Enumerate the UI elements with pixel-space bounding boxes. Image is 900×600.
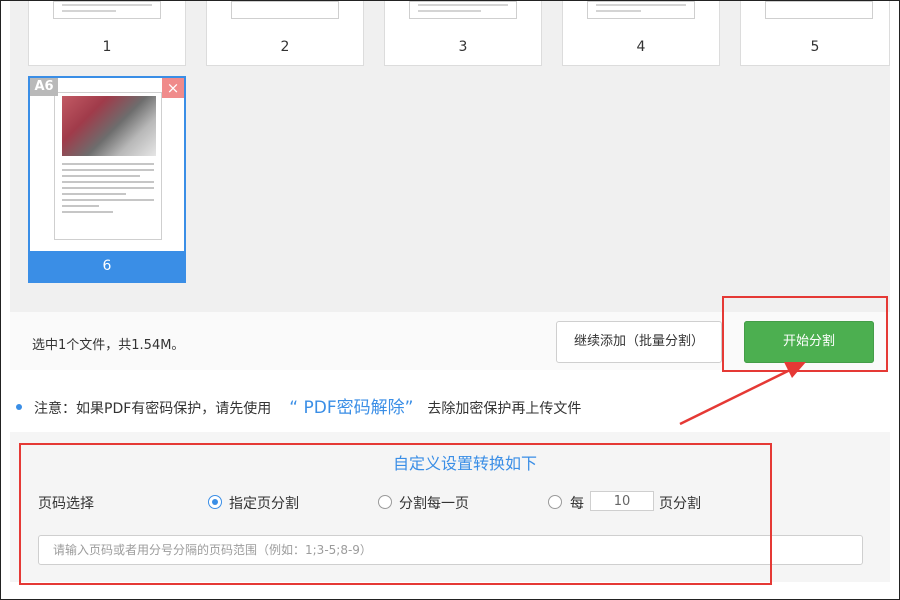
- page-thumbnail-2[interactable]: 2: [206, 0, 364, 66]
- page-thumbnail-1[interactable]: 1: [28, 0, 186, 66]
- highlight-box-settings: [19, 443, 772, 585]
- page-preview: [587, 1, 695, 19]
- note-suffix: 去除加密保护再上传文件: [427, 401, 582, 417]
- page-thumbnail-3[interactable]: 3: [384, 0, 542, 66]
- page-number: 2: [280, 39, 290, 55]
- highlight-box-start-button: [722, 296, 888, 372]
- page-size-badge: A6: [30, 78, 58, 96]
- page-preview: [409, 1, 517, 19]
- page-number: 1: [102, 39, 112, 55]
- page-number: 5: [810, 39, 820, 55]
- page-preview: [765, 1, 873, 19]
- page-number: 4: [636, 39, 646, 55]
- page-preview: [231, 1, 339, 19]
- page-thumbnail-4[interactable]: 4: [562, 0, 720, 66]
- page-text-lines: [62, 163, 154, 217]
- page-number: 6: [30, 251, 184, 281]
- page-thumbnail-5[interactable]: 5: [740, 0, 890, 66]
- page-preview: [54, 92, 162, 240]
- continue-add-button[interactable]: 继续添加（批量分割）: [556, 321, 722, 363]
- remove-page-button[interactable]: ×: [162, 78, 184, 98]
- page-preview: [53, 1, 161, 19]
- password-note: 注意：如果PDF有密码保护，请先使用 “ PDF密码解除” 去除加密保护再上传文件: [16, 393, 581, 418]
- page-thumbnail-6-selected[interactable]: A6 × 6: [28, 76, 186, 283]
- pdf-unlock-link[interactable]: “ PDF密码解除”: [289, 398, 413, 418]
- page-number: 3: [458, 39, 468, 55]
- selection-info: 选中1个文件，共1.54M。: [32, 338, 185, 353]
- note-prefix: 注意：如果PDF有密码保护，请先使用: [34, 401, 272, 417]
- bullet-icon: [16, 404, 22, 410]
- page-photo: [62, 96, 156, 156]
